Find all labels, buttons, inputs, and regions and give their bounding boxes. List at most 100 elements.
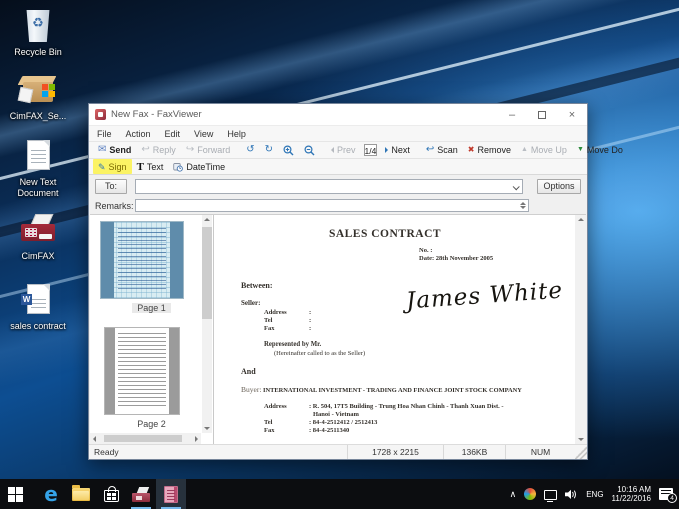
zoom-out-button[interactable] [299,143,320,158]
status-dimensions: 1728 x 2215 [347,445,443,459]
remarks-input[interactable] [135,199,529,212]
faxviewer-app-icon [95,109,106,120]
next-page-button[interactable]: Next [380,143,415,158]
language-indicator[interactable]: ENG [586,490,603,499]
menu-file[interactable]: File [97,129,112,139]
remove-button[interactable]: ✖ Remove [463,143,516,158]
prev-page-button[interactable]: Prev [326,143,361,158]
rotate-right-button[interactable]: ↻ [260,143,278,158]
desktop-icon-cimfax-setup[interactable]: CimFAX_Se... [2,72,74,122]
scan-button[interactable]: ↩ Scan [421,143,463,158]
horizontal-scroll-thumb[interactable] [104,435,182,442]
store-bag-icon [103,486,119,502]
move-down-button[interactable]: ▼ Move Do [572,143,628,158]
scan-label: Scan [437,145,458,155]
tray-chevron-up-icon[interactable]: ∧ [510,489,517,500]
system-tray: ∧ ENG 10:16 AM 11/22/2016 4 [510,485,679,503]
start-button[interactable] [0,479,30,509]
tray-app-icon[interactable] [524,488,537,500]
remarks-label: Remarks: [95,200,134,211]
recipient-combobox[interactable] [135,178,523,194]
text-lines [31,299,46,311]
send-button[interactable]: ✉ Send [93,143,136,158]
title-bar[interactable]: New Fax - FaxViewer – × [89,104,587,126]
volume-icon[interactable] [565,489,578,500]
buyer-address-row: Address: R. 504, 17T5 Building - Trung H… [264,403,504,410]
handwritten-signature: James White [405,277,564,315]
status-bar: Ready 1728 x 2215 136KB NUM [89,444,587,459]
desktop-icon-label: Recycle Bin [14,47,62,57]
reply-button[interactable]: ↩ Reply [136,143,180,158]
thumbnail-page-2[interactable] [104,327,180,415]
taskbar-faxviewer[interactable] [156,479,186,509]
zoom-in-icon [283,144,294,155]
text-label: Text [146,161,164,172]
desktop-icon-label: sales contract [10,321,66,331]
taskbar-edge[interactable]: e [36,479,66,509]
contract-date: Date: 28th November 2005 [419,255,494,262]
maximize-icon [538,110,546,119]
windows-start-icon [7,486,23,502]
desktop-icon-label: CimFAX_Se... [9,111,67,121]
menu-help[interactable]: Help [227,129,246,139]
seller-tel-row: Tel: [264,317,312,324]
taskbar-file-explorer[interactable] [66,479,96,509]
sign-button[interactable]: ✎ Sign [93,159,132,174]
reply-label: Reply [152,145,176,155]
action-center-icon[interactable]: 4 [659,488,677,503]
desktop-icon-new-text-document[interactable]: New Text Document [2,138,74,199]
prev-label: Prev [337,145,356,155]
desktop-icon-label: CimFAX [21,251,55,261]
recycle-glyph: ♻ [32,15,44,30]
desktop-icon-sales-contract[interactable]: W sales contract [2,282,74,332]
menu-bar: File Action Edit View Help [89,126,587,142]
thumbnail-label-2: Page 2 [137,419,166,429]
scroll-up-icon [204,218,210,221]
taskbar-store[interactable] [96,479,126,509]
move-up-button[interactable]: ▲ Move Up [516,143,572,158]
options-button[interactable]: Options [537,178,581,194]
thumbnail-page-1[interactable] [100,221,184,299]
menu-edit[interactable]: Edit [165,129,181,139]
to-button[interactable]: To: [95,178,127,194]
text-file-page [27,140,50,170]
document-viewer[interactable]: SALES CONTRACT No. : Date: 28th November… [214,215,586,444]
datetime-label: DateTime [186,161,226,172]
remarks-spinner[interactable] [518,200,527,211]
contract-seller-label: Seller: [241,299,261,307]
taskbar: e ∧ ENG 10:16 AM 11/22/2016 4 [0,479,679,509]
thumbnail-content [118,333,166,409]
page-indicator[interactable]: 1/4 [363,144,378,156]
maximize-button[interactable] [527,104,557,126]
spinner-down-icon [519,206,526,209]
rotate-left-button[interactable]: ↺ [241,143,259,158]
zoom-in-button[interactable] [278,143,299,158]
send-icon: ✉ [98,144,107,155]
menu-view[interactable]: View [194,129,213,139]
forward-button[interactable]: ↪ Forward [181,143,235,158]
prev-icon [331,147,334,153]
datetime-button[interactable]: DateTime [168,159,230,174]
tray-time: 10:16 AM [617,485,651,494]
remove-label: Remove [477,145,511,155]
menu-action[interactable]: Action [126,129,151,139]
buyer-line: Buyer: INTERNATIONAL INVESTMENT - TRADIN… [241,385,522,394]
vertical-scroll-thumb[interactable] [202,227,212,319]
text-button[interactable]: T Text [132,159,169,174]
close-button[interactable]: × [557,104,587,126]
scroll-right-icon [195,435,198,442]
minimize-button[interactable]: – [497,104,527,126]
spinner-up-icon [519,202,526,205]
tray-clock[interactable]: 10:16 AM 11/22/2016 [612,485,651,503]
remove-icon: ✖ [467,145,475,154]
sign-icon: ✎ [98,161,106,172]
desktop-icon-recycle-bin[interactable]: ♻ Recycle Bin [2,8,74,58]
buyer-fax-row: Fax: 84-4-2511340 [264,427,350,434]
document-vertical-scrollbar[interactable] [575,215,586,444]
text-lines [31,150,46,166]
desktop-icon-cimfax[interactable]: CimFAX [2,212,74,262]
resize-grip[interactable] [575,445,587,459]
network-icon[interactable] [544,489,558,502]
recycle-bin-icon: ♻ [19,8,57,44]
taskbar-cimfax[interactable] [126,479,156,509]
